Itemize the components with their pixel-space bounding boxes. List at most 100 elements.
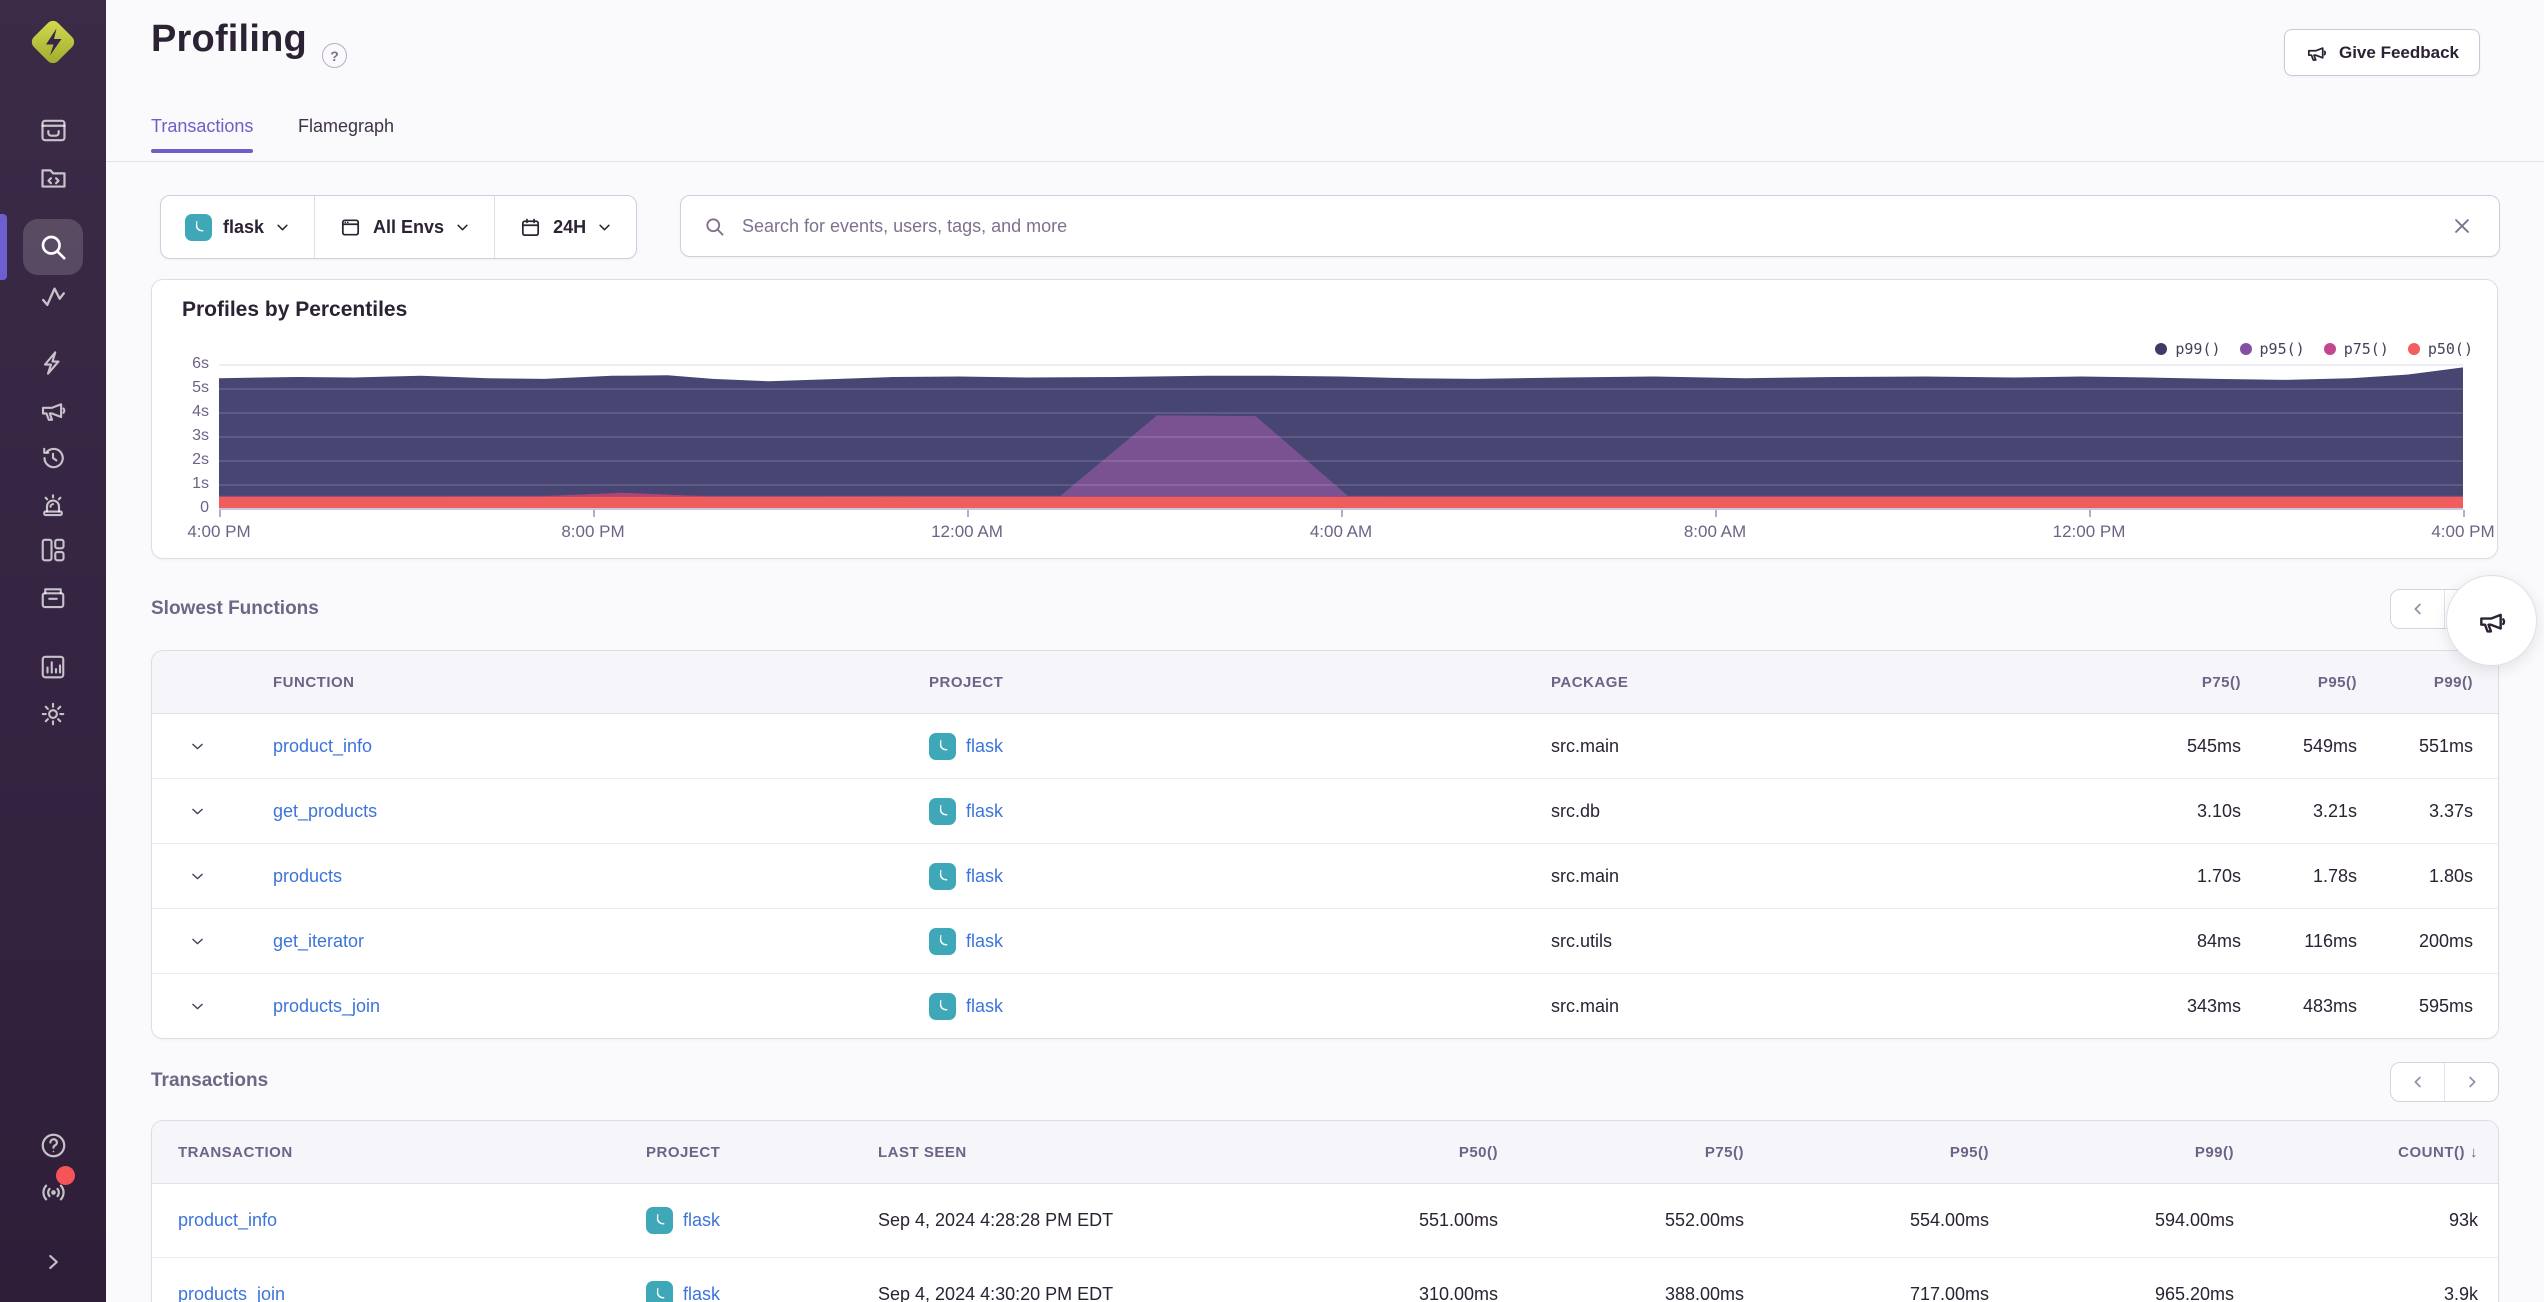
project-link[interactable]: flask xyxy=(966,996,1003,1017)
floating-feedback-button[interactable] xyxy=(2446,575,2537,666)
col-count-sorted[interactable]: COUNT() ↓ xyxy=(2234,1144,2498,1161)
project-link[interactable]: flask xyxy=(683,1284,720,1302)
col-p50[interactable]: P50() xyxy=(1278,1144,1498,1161)
y-axis-label: 0 xyxy=(200,499,209,516)
y-axis-label: 2s xyxy=(192,451,209,468)
sidebar xyxy=(0,0,106,1302)
function-link[interactable]: get_products xyxy=(273,801,377,821)
count-cell: 3.9k xyxy=(2443,1284,2478,1302)
p95-cell: 1.78s xyxy=(2312,865,2357,886)
expand-row-chevron-icon[interactable] xyxy=(152,803,242,820)
tab-transactions[interactable]: Transactions xyxy=(151,116,254,153)
transaction-link[interactable]: products_join xyxy=(178,1284,285,1302)
slowest-function-row: get_iterator flask src.utils 84ms 116ms 200ms xyxy=(152,908,2498,973)
p75-cell: 343ms xyxy=(2186,995,2241,1016)
p50-cell: 310.00ms xyxy=(1418,1284,1498,1302)
function-link[interactable]: get_iterator xyxy=(273,931,364,951)
project-cell: flask xyxy=(929,862,1551,890)
prev-page-button[interactable] xyxy=(2391,590,2444,628)
date-range-filter-label: 24H xyxy=(553,216,587,237)
function-link[interactable]: products_join xyxy=(273,996,380,1016)
col-p75[interactable]: P75() xyxy=(2117,674,2241,691)
transactions-table: TRANSACTION PROJECT LAST SEEN P50() P75(… xyxy=(151,1120,2499,1302)
legend-label: p75() xyxy=(2343,340,2389,358)
project-link[interactable]: flask xyxy=(966,866,1003,887)
col-last-seen: LAST SEEN xyxy=(878,1143,967,1161)
whats-new-broadcast-icon[interactable] xyxy=(23,1164,83,1220)
legend-label: p50() xyxy=(2427,340,2473,358)
search-input[interactable] xyxy=(740,214,2443,238)
p95-cell: 717.00ms xyxy=(1909,1284,1989,1302)
legend-dot xyxy=(2239,343,2252,355)
project-link[interactable]: flask xyxy=(966,801,1003,822)
slowest-functions-table: FUNCTION PROJECT PACKAGE P75() P95() P99… xyxy=(151,650,2499,1039)
flask-project-icon xyxy=(929,862,956,890)
y-axis-label: 4s xyxy=(192,403,209,420)
project-cell: flask xyxy=(929,992,1551,1020)
flask-project-icon xyxy=(646,1281,673,1302)
expand-row-chevron-icon[interactable] xyxy=(152,998,242,1015)
environment-filter-label: All Envs xyxy=(373,216,445,237)
date-range-filter[interactable]: 24H xyxy=(494,196,636,258)
transaction-link[interactable]: product_info xyxy=(178,1210,277,1230)
expand-chevron-icon[interactable] xyxy=(23,1234,83,1290)
project-cell: flask xyxy=(646,1207,878,1234)
col-p75[interactable]: P75() xyxy=(1498,1144,1744,1161)
p75-cell: 552.00ms xyxy=(1664,1210,1744,1230)
chart-title: Profiles by Percentiles xyxy=(182,298,408,321)
environment-filter[interactable]: All Envs xyxy=(314,196,494,258)
expand-row-chevron-icon[interactable] xyxy=(152,738,242,755)
megaphone-icon xyxy=(2476,605,2508,637)
p99-cell: 3.37s xyxy=(2428,800,2473,821)
slowest-function-row: get_products flask src.db 3.10s 3.21s 3.37s xyxy=(152,778,2498,843)
project-link[interactable]: flask xyxy=(683,1210,720,1231)
p95-cell: 3.21s xyxy=(2312,800,2357,821)
transactions-header-row: TRANSACTION PROJECT LAST SEEN P50() P75(… xyxy=(152,1121,2498,1184)
col-p95[interactable]: P95() xyxy=(2241,674,2357,691)
function-link[interactable]: products xyxy=(273,866,342,886)
slowest-function-row: products flask src.main 1.70s 1.78s 1.80s xyxy=(152,843,2498,908)
col-p99[interactable]: P99() xyxy=(2357,674,2498,691)
releases-icon[interactable] xyxy=(23,569,83,625)
transaction-row: products_join flask Sep 4, 2024 4:30:20 PM… xyxy=(152,1257,2498,1302)
slowest-function-row: product_info flask src.main 545ms 549ms 551ms xyxy=(152,714,2498,778)
clear-search-icon[interactable] xyxy=(2443,207,2481,245)
expand-row-chevron-icon[interactable] xyxy=(152,933,242,950)
p75-cell: 388.00ms xyxy=(1664,1284,1744,1302)
function-link[interactable]: product_info xyxy=(273,736,372,756)
projects-icon[interactable] xyxy=(23,149,83,205)
col-p99[interactable]: P99() xyxy=(1989,1144,2234,1161)
p99-cell: 965.20ms xyxy=(2154,1284,2234,1302)
sentry-logo[interactable] xyxy=(27,16,79,68)
search-bar xyxy=(680,195,2500,257)
p95-cell: 116ms xyxy=(2304,930,2357,951)
package-cell: src.db xyxy=(1551,800,1601,821)
tab-bar: Transactions Flamegraph xyxy=(106,0,2544,162)
expand-row-chevron-icon[interactable] xyxy=(152,868,242,885)
next-page-button[interactable] xyxy=(2444,1063,2498,1101)
legend-dot xyxy=(2407,343,2420,355)
prev-page-button[interactable] xyxy=(2391,1063,2444,1101)
performance-icon[interactable] xyxy=(23,267,83,323)
legend-item-p50[interactable]: p50() xyxy=(2407,340,2473,358)
transactions-title: Transactions xyxy=(151,1070,269,1091)
project-link[interactable]: flask xyxy=(966,931,1003,952)
legend-label: p95() xyxy=(2259,340,2305,358)
y-axis-label: 1s xyxy=(192,475,209,492)
col-p95[interactable]: P95() xyxy=(1744,1144,1989,1161)
p95-cell: 549ms xyxy=(2302,735,2357,756)
slowest-functions-title: Slowest Functions xyxy=(151,598,319,619)
project-link[interactable]: flask xyxy=(966,736,1003,757)
settings-gear-icon[interactable] xyxy=(23,686,83,742)
page-filter-bar: flask All Envs 24H xyxy=(160,195,638,259)
legend-item-p95[interactable]: p95() xyxy=(2239,340,2305,358)
project-filter[interactable]: flask xyxy=(161,196,314,258)
col-project: PROJECT xyxy=(929,673,1004,691)
tab-flamegraph[interactable]: Flamegraph xyxy=(298,116,394,153)
p99-cell: 595ms xyxy=(2418,995,2473,1016)
legend-label: p99() xyxy=(2175,340,2221,358)
legend-item-p75[interactable]: p75() xyxy=(2323,340,2389,358)
x-axis-label: 12:00 PM xyxy=(2052,522,2126,541)
legend-item-p99[interactable]: p99() xyxy=(2155,340,2221,358)
profiling-page: Profiling ? Give Feedback Transactions F… xyxy=(0,0,2544,1302)
